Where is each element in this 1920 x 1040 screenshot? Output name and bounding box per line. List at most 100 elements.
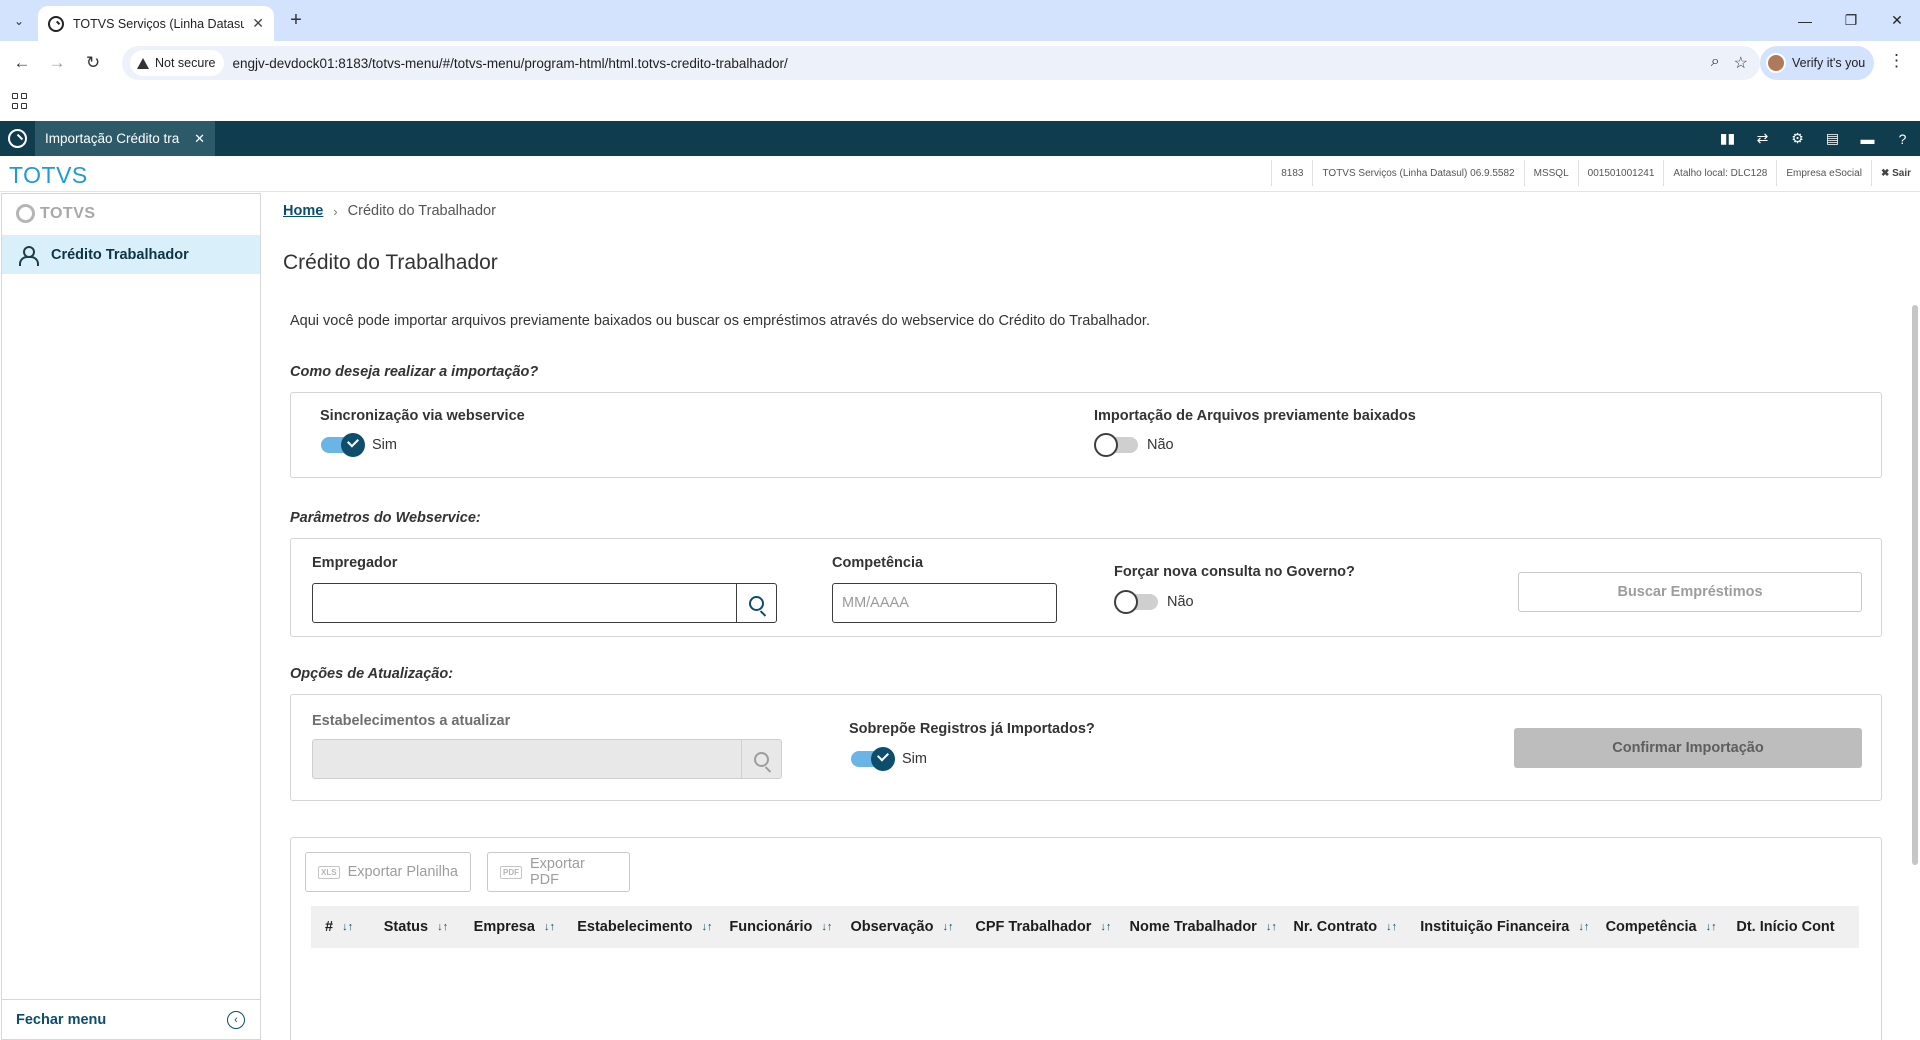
sort-icon[interactable]: ↓↑ <box>1266 921 1277 933</box>
column-header[interactable]: # ↓↑ <box>311 919 370 935</box>
exit-button[interactable]: ✖ Sair <box>1870 160 1920 186</box>
browser-menu-icon[interactable]: ⋮ <box>1888 51 1905 71</box>
employer-search-button[interactable] <box>736 584 776 622</box>
new-tab-icon[interactable]: + <box>284 9 308 32</box>
sort-icon[interactable]: ↓↑ <box>1578 921 1589 933</box>
column-header[interactable]: Empresa ↓↑ <box>460 919 564 935</box>
page-scrollbar[interactable] <box>1912 305 1918 865</box>
force-query-switch[interactable]: Não <box>1114 590 1194 614</box>
profile-chip[interactable]: Verify it's you <box>1760 46 1874 80</box>
column-header[interactable]: Estabelecimento ↓↑ <box>563 919 715 935</box>
brand-logo: TOTVS <box>9 162 88 188</box>
sort-icon[interactable]: ↓↑ <box>821 921 832 933</box>
breadcrumb-home-link[interactable]: Home <box>283 203 323 219</box>
info-product: TOTVS Serviços (Linha Datasul) 06.9.5582 <box>1312 160 1523 186</box>
sort-icon[interactable]: ↓↑ <box>942 921 953 933</box>
column-header[interactable]: CPF Trabalhador ↓↑ <box>961 919 1115 935</box>
reload-icon[interactable]: ↻ <box>81 51 105 75</box>
sidebar-item-label: Crédito Trabalhador <box>51 246 189 263</box>
sidebar-logo-text: TOTVS <box>40 204 96 222</box>
column-header[interactable]: Dt. Início Cont <box>1722 919 1859 935</box>
address-bar[interactable]: Not secure engjv-devdock01:8183/totvs-me… <box>122 46 1760 80</box>
profile-chip-label: Verify it's you <box>1792 56 1866 70</box>
sort-icon[interactable]: ↓↑ <box>701 921 712 933</box>
webservice-sync-label: Sincronização via webservice <box>320 408 525 424</box>
shuffle-icon[interactable]: ⇄ <box>1745 121 1780 156</box>
overwrite-switch[interactable]: Sim <box>851 747 927 771</box>
browser-tab-title: TOTVS Serviços (Linha Datasul) <box>73 16 245 31</box>
column-header[interactable]: Observação ↓↑ <box>836 919 961 935</box>
establishments-search-button[interactable] <box>741 740 781 778</box>
overwrite-label: Sobrepõe Registros já Importados? <box>849 721 1095 737</box>
zoom-icon[interactable]: ⌕ <box>1711 53 1720 73</box>
establishments-input[interactable] <box>313 740 741 778</box>
tab-search-chevron-icon[interactable]: ⌄ <box>7 9 31 33</box>
close-menu-button[interactable]: Fechar menu ‹ <box>2 999 260 1039</box>
employer-input[interactable] <box>313 584 736 622</box>
warning-icon <box>137 57 149 69</box>
search-icon <box>754 751 769 767</box>
sidebar-item-credito-trabalhador[interactable]: Crédito Trabalhador <box>2 235 260 274</box>
sort-icon[interactable]: ↓↑ <box>544 921 555 933</box>
column-header[interactable]: Instituição Financeira ↓↑ <box>1406 919 1591 935</box>
info-database: MSSQL <box>1523 160 1578 186</box>
totvs-logo-icon[interactable] <box>8 129 27 148</box>
breadcrumb-current: Crédito do Trabalhador <box>347 203 496 219</box>
column-header[interactable]: Funcionário ↓↑ <box>715 919 836 935</box>
sort-icon[interactable]: ↓↑ <box>342 921 353 933</box>
back-icon[interactable]: ← <box>10 51 34 75</box>
url-text[interactable]: engjv-devdock01:8183/totvs-menu/#/totvs-… <box>232 56 787 71</box>
apps-grid-icon[interactable] <box>12 93 28 109</box>
webservice-sync-switch[interactable]: Sim <box>321 433 397 457</box>
column-header[interactable]: Status ↓↑ <box>370 919 460 935</box>
competencia-label: Competência <box>832 555 924 571</box>
ws-params-section-label: Parâmetros do Webservice: <box>290 510 481 526</box>
column-header[interactable]: Nome Trabalhador ↓↑ <box>1116 919 1280 935</box>
search-loans-button[interactable]: Buscar Empréstimos <box>1518 572 1862 612</box>
table-header: # ↓↑ Status ↓↑ Empresa ↓↑ Estabelecimento ↓↑… <box>311 906 1859 948</box>
employer-label: Empregador <box>312 555 398 571</box>
sort-icon[interactable]: ↓↑ <box>1386 921 1397 933</box>
export-pdf-button[interactable]: PDF Exportar PDF <box>487 852 630 892</box>
security-label: Not secure <box>155 56 216 70</box>
close-tab-icon[interactable]: ✕ <box>252 15 264 32</box>
program-tab[interactable]: Importação Crédito tra ✕ <box>35 121 215 156</box>
close-window-icon[interactable]: ✕ <box>1874 0 1920 41</box>
browser-tabstrip: ⌄ TOTVS Serviços (Linha Datasul) ✕ + — ❐… <box>0 0 1920 41</box>
bookmark-star-icon[interactable]: ☆ <box>1734 53 1748 73</box>
browser-tab[interactable]: TOTVS Serviços (Linha Datasul) ✕ <box>38 6 274 41</box>
minimize-icon[interactable]: — <box>1782 0 1828 41</box>
bookmarks-bar <box>0 85 1920 121</box>
confirm-import-button[interactable]: Confirmar Importação <box>1514 728 1862 768</box>
app-header: Importação Crédito tra ✕ ▮▮ ⇄ ⚙ ▤ ▬ ? <box>0 121 1920 156</box>
document-icon[interactable]: ▤ <box>1815 121 1850 156</box>
sidebar: TOTVS Crédito Trabalhador Fechar menu ‹ <box>1 193 261 1040</box>
column-header[interactable]: Nr. Contrato ↓↑ <box>1279 919 1406 935</box>
column-header[interactable]: Competência ↓↑ <box>1592 919 1723 935</box>
sort-icon[interactable]: ↓↑ <box>1100 921 1111 933</box>
restore-icon[interactable]: ❐ <box>1828 0 1874 41</box>
export-spreadsheet-button[interactable]: XLS Exportar Planilha <box>305 852 471 892</box>
close-program-icon[interactable]: ✕ <box>194 131 205 147</box>
file-import-switch[interactable]: Não <box>1094 433 1174 457</box>
file-import-label: Importação de Arquivos previamente baixa… <box>1094 408 1416 424</box>
sort-icon[interactable]: ↓↑ <box>437 921 448 933</box>
chevron-left-circle-icon[interactable]: ‹ <box>227 1010 245 1029</box>
help-icon[interactable]: ? <box>1885 121 1920 156</box>
competencia-field <box>832 583 1057 623</box>
main-content: Home › Crédito do Trabalhador Crédito do… <box>262 193 1920 1040</box>
webservice-sync-state: Sim <box>372 437 397 453</box>
forward-icon[interactable]: → <box>45 51 69 75</box>
user-icon <box>19 246 39 266</box>
totvs-favicon-icon <box>48 15 64 32</box>
sort-icon[interactable]: ↓↑ <box>1706 921 1717 933</box>
establishments-label: Estabelecimentos a atualizar <box>312 713 511 729</box>
competencia-input[interactable] <box>833 584 1056 622</box>
info-company[interactable]: Empresa eSocial <box>1776 160 1871 186</box>
security-chip[interactable]: Not secure <box>130 50 225 76</box>
pdf-file-icon: PDF <box>500 865 522 879</box>
gear-icon[interactable]: ⚙ <box>1780 121 1815 156</box>
chat-icon[interactable]: ▬ <box>1850 121 1885 156</box>
signal-icon[interactable]: ▮▮ <box>1710 121 1745 156</box>
ws-params-panel: Empregador Competência Forçar nova consu… <box>290 538 1882 637</box>
